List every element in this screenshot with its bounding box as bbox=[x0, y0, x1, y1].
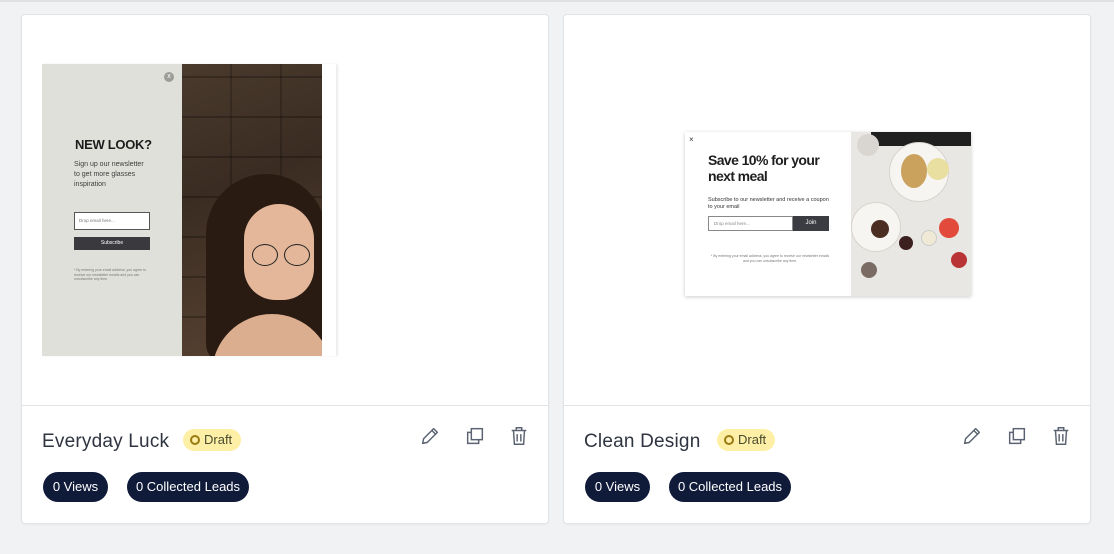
glasses-lens-right bbox=[284, 244, 310, 266]
views-count: 0 Views bbox=[43, 472, 108, 502]
popup-email-input: Drop email here... bbox=[708, 216, 793, 231]
top-divider bbox=[0, 0, 1114, 2]
views-count: 0 Views bbox=[585, 472, 650, 502]
food bbox=[927, 158, 949, 180]
popup-join-button: Join bbox=[793, 216, 829, 231]
edit-button[interactable] bbox=[419, 425, 445, 451]
popup-subtext: Sign up our newsletter to get more glass… bbox=[74, 161, 144, 188]
campaign-card[interactable]: x NEW LOOK? Sign up our newsletter to ge… bbox=[21, 14, 549, 524]
popup-email-input: Drop email here... bbox=[74, 212, 150, 230]
pencil-icon bbox=[421, 427, 439, 445]
glasses-lens-left bbox=[252, 244, 278, 266]
status-badge: Draft bbox=[183, 429, 242, 451]
popup-preview[interactable]: × Save 10% for your next meal Subscribe … bbox=[564, 15, 1090, 406]
status-label: Draft bbox=[204, 432, 233, 447]
delete-button[interactable] bbox=[508, 425, 534, 451]
campaign-card[interactable]: × Save 10% for your next meal Subscribe … bbox=[563, 14, 1091, 524]
food bbox=[901, 154, 927, 188]
food bbox=[921, 230, 937, 246]
popup-photo bbox=[182, 64, 322, 356]
trash-icon bbox=[1053, 427, 1069, 445]
popup-fine-print: * By entering your email address, you ag… bbox=[74, 268, 146, 281]
status-dot-icon bbox=[190, 435, 200, 445]
popup-close-icon: × bbox=[689, 135, 694, 144]
food bbox=[857, 134, 879, 156]
status-dot-icon bbox=[724, 435, 734, 445]
popup-subscribe-button: Subscribe bbox=[74, 237, 150, 250]
pencil-icon bbox=[963, 427, 981, 445]
popup-close-icon: x bbox=[164, 72, 174, 82]
food bbox=[871, 220, 889, 238]
trash-icon bbox=[511, 427, 527, 445]
collected-leads-count: 0 Collected Leads bbox=[127, 472, 249, 502]
campaign-title: Everyday Luck bbox=[42, 431, 170, 452]
status-badge: Draft bbox=[717, 429, 776, 451]
popup-photo bbox=[851, 132, 971, 296]
popup-subtext: Subscribe to our newsletter and receive … bbox=[708, 197, 829, 210]
popup-thumbnail: x NEW LOOK? Sign up our newsletter to ge… bbox=[42, 64, 336, 356]
campaign-title: Clean Design bbox=[584, 431, 701, 452]
popup-headline: Save 10% for your next meal bbox=[708, 152, 820, 184]
copy-icon bbox=[466, 427, 484, 445]
popup-form-panel bbox=[42, 64, 182, 356]
food bbox=[939, 218, 959, 238]
edit-button[interactable] bbox=[961, 425, 987, 451]
popup-thumbnail: × Save 10% for your next meal Subscribe … bbox=[685, 132, 971, 296]
collected-leads-count: 0 Collected Leads bbox=[669, 472, 791, 502]
duplicate-button[interactable] bbox=[464, 425, 490, 451]
popup-preview[interactable]: x NEW LOOK? Sign up our newsletter to ge… bbox=[22, 15, 548, 406]
food bbox=[861, 262, 877, 278]
copy-icon bbox=[1008, 427, 1026, 445]
food bbox=[951, 252, 967, 268]
popup-fine-print: * By entering your email address, you ag… bbox=[710, 254, 830, 263]
food bbox=[899, 236, 913, 250]
status-label: Draft bbox=[738, 432, 767, 447]
popup-headline: NEW LOOK? bbox=[75, 137, 152, 152]
delete-button[interactable] bbox=[1050, 425, 1076, 451]
duplicate-button[interactable] bbox=[1006, 425, 1032, 451]
